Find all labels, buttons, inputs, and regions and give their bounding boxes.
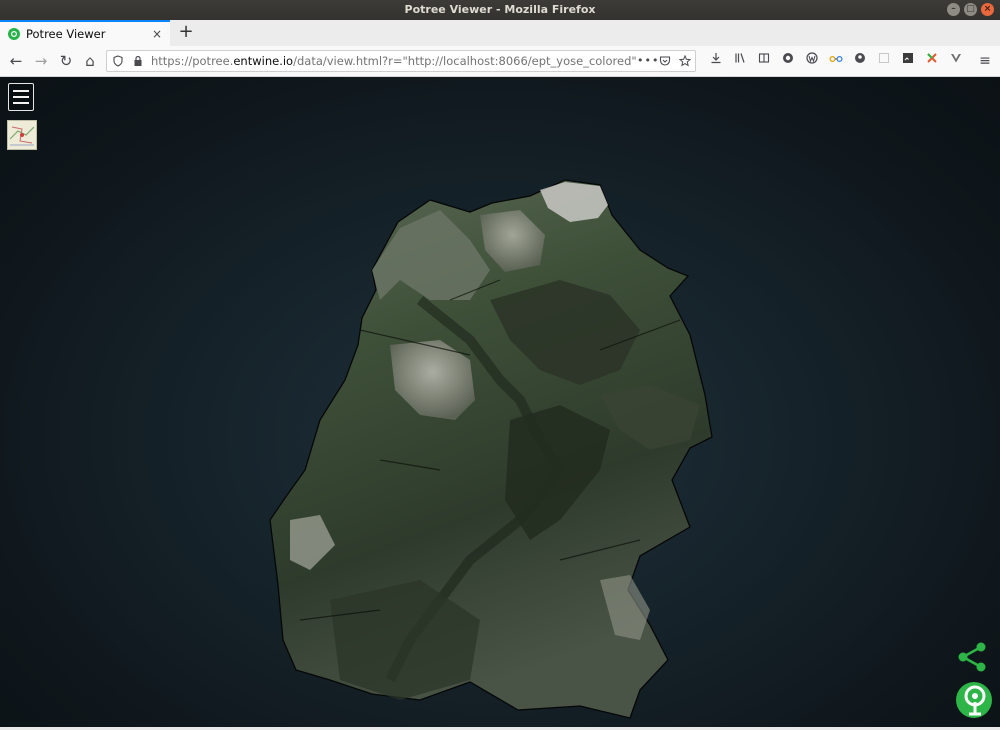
home-button[interactable]: ⌂ xyxy=(80,51,100,71)
menu-line-icon xyxy=(13,96,29,98)
download-icon[interactable] xyxy=(704,52,728,70)
menu-line-icon xyxy=(13,102,29,104)
share-icon[interactable] xyxy=(955,640,989,674)
url-suffix: /data/view.html?r="http://localhost:8066… xyxy=(293,54,637,68)
potree-favicon-icon xyxy=(8,28,20,40)
close-window-button[interactable]: × xyxy=(981,3,994,16)
globe-icon[interactable] xyxy=(776,52,800,70)
window-titlebar: Potree Viewer - Mozilla Firefox – □ × xyxy=(0,0,1000,20)
account-icon[interactable] xyxy=(848,52,872,70)
tab-potree-viewer[interactable]: Potree Viewer × xyxy=(0,20,170,46)
window-title: Potree Viewer - Mozilla Firefox xyxy=(404,3,596,16)
url-domain: entwine.io xyxy=(233,54,294,68)
reload-button[interactable]: ↻ xyxy=(56,51,76,71)
potree-logo-icon[interactable] xyxy=(955,681,993,719)
back-button[interactable]: ← xyxy=(6,51,26,71)
browser-window: Potree Viewer - Mozilla Firefox – □ × Po… xyxy=(0,0,1000,730)
url-text[interactable]: https://potree.entwine.io/data/view.html… xyxy=(151,51,637,71)
tab-close-icon[interactable]: × xyxy=(152,27,162,41)
pocket-icon[interactable] xyxy=(659,51,671,74)
library-icon[interactable] xyxy=(728,52,752,70)
blank-icon[interactable] xyxy=(872,52,896,70)
new-tab-button[interactable]: + xyxy=(176,21,196,43)
navigation-bar: ← → ↻ ⌂ https://potree.entwine.io/data/v… xyxy=(0,46,1000,77)
wordpress-icon[interactable] xyxy=(800,52,824,70)
forward-button[interactable]: → xyxy=(31,51,51,71)
map-thumbnail-button[interactable] xyxy=(7,120,37,150)
maximize-button[interactable]: □ xyxy=(964,3,977,16)
sidebar-menu-toggle-button[interactable] xyxy=(8,83,34,111)
browser-menu-button[interactable]: ≡ xyxy=(976,52,994,70)
star-icon[interactable] xyxy=(678,51,692,74)
vuejs-icon[interactable] xyxy=(944,52,968,70)
point-cloud-terrain[interactable] xyxy=(0,77,1000,730)
reader-icon[interactable] xyxy=(752,52,776,70)
map-thumbnail-icon xyxy=(8,121,36,149)
window-controls: – □ × xyxy=(947,3,994,16)
url-prefix: https://potree. xyxy=(151,54,234,68)
page-actions-icon[interactable]: ••• xyxy=(637,51,659,71)
puzzle-icon[interactable] xyxy=(920,52,944,70)
glasses-icon[interactable] xyxy=(824,52,848,70)
selenium-icon[interactable] xyxy=(896,52,920,70)
url-bar[interactable]: https://potree.entwine.io/data/view.html… xyxy=(106,50,696,72)
shield-icon[interactable] xyxy=(113,51,123,74)
toolbar-icons xyxy=(704,52,968,72)
tab-label: Potree Viewer xyxy=(26,27,106,41)
menu-line-icon xyxy=(13,90,29,92)
lock-icon[interactable] xyxy=(133,51,143,74)
tab-strip: Potree Viewer × + xyxy=(0,20,1000,47)
potree-3d-viewport[interactable] xyxy=(0,77,1000,730)
minimize-button[interactable]: – xyxy=(947,3,960,16)
